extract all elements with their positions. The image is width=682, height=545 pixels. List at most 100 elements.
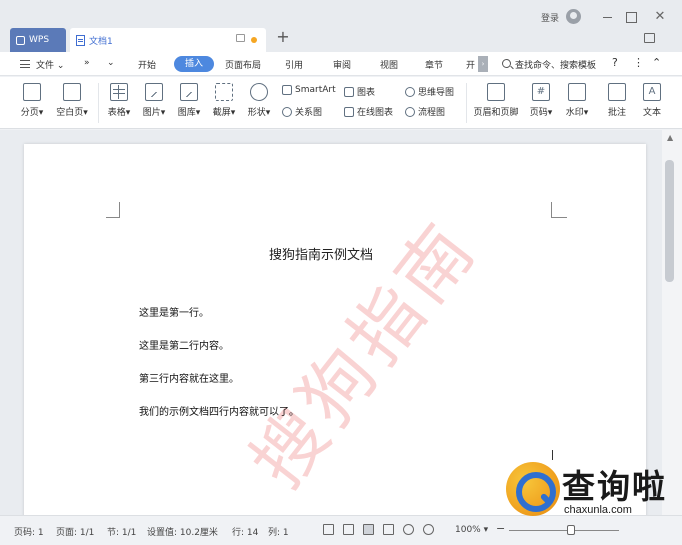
tab-truncated[interactable]: 开: [466, 58, 475, 71]
maximize-button[interactable]: [622, 8, 640, 26]
menu-icon[interactable]: [20, 60, 30, 68]
window-layout-icon[interactable]: [644, 33, 655, 43]
watermark-icon: [568, 83, 586, 101]
comment-label: 批注: [607, 108, 626, 118]
ribbon-separator: [466, 83, 467, 123]
watermark-button[interactable]: 水印▾: [562, 83, 592, 118]
tab-home[interactable]: 开始: [138, 58, 156, 71]
blank-page-icon: [63, 83, 81, 101]
document-line-1[interactable]: 这里是第一行。: [139, 304, 209, 319]
page-view-icon[interactable]: [363, 524, 374, 535]
eye-protection-icon[interactable]: [423, 524, 434, 535]
chart-label: 图表: [357, 88, 376, 98]
gallery-icon: [180, 83, 198, 101]
collapse-ribbon-icon[interactable]: ⌃: [652, 56, 661, 69]
mindmap-label: 思维导图: [418, 88, 455, 98]
status-page-number[interactable]: 页码: 1: [14, 525, 44, 538]
zoom-slider-knob[interactable]: [567, 525, 575, 535]
picture-button[interactable]: 图片▾: [139, 83, 169, 118]
tab-document[interactable]: 文档1: [70, 28, 266, 52]
smartart-label: SmartArt: [295, 85, 336, 95]
close-button[interactable]: ✕: [651, 8, 669, 26]
tab-chapter[interactable]: 章节: [425, 58, 443, 71]
relation-button[interactable]: 关系图: [282, 105, 322, 118]
smartart-button[interactable]: SmartArt: [282, 85, 336, 95]
status-column[interactable]: 列: 1: [268, 525, 289, 538]
flowchart-label: 流程图: [418, 108, 446, 118]
status-row[interactable]: 行: 14: [232, 525, 258, 538]
wps-logo-icon: [16, 35, 25, 45]
tab-review[interactable]: 审阅: [333, 58, 351, 71]
screenshot-button[interactable]: 截屏▾: [209, 83, 239, 118]
gallery-button[interactable]: 图库▾: [174, 83, 204, 118]
blank-page-button[interactable]: 空白页▾: [52, 83, 92, 118]
outline-view-icon[interactable]: [383, 524, 394, 535]
menu-bar: 文件 ⌄ » ⌄ 开始 插入 页面布局 引用 审阅 视图 章节 开 › 查找命令…: [0, 52, 682, 76]
relation-icon: [282, 106, 292, 117]
picture-label: 图片: [142, 108, 161, 118]
online-chart-icon: [344, 106, 354, 117]
monitor-icon[interactable]: [236, 34, 245, 42]
page-number-button[interactable]: 页码▾: [526, 83, 556, 118]
textbox-label: 文本: [642, 108, 661, 118]
reading-mode-icon[interactable]: [343, 524, 354, 535]
flowchart-button[interactable]: 流程图: [405, 105, 445, 118]
document-line-3[interactable]: 第三行内容就在这里。: [139, 370, 239, 385]
document-title[interactable]: 搜狗指南示例文档: [24, 244, 618, 263]
header-footer-button[interactable]: 页眉和页脚: [470, 83, 522, 118]
comment-icon: [608, 83, 626, 101]
zoom-level[interactable]: 100% ▾: [455, 525, 488, 535]
table-button[interactable]: 表格▾: [104, 83, 134, 118]
status-pages[interactable]: 页面: 1/1: [56, 525, 94, 538]
search-icon: [502, 59, 511, 68]
comment-button[interactable]: 批注: [602, 83, 632, 118]
scrollbar-thumb[interactable]: [665, 160, 674, 282]
chart-icon: [344, 86, 354, 97]
table-label: 表格: [107, 108, 126, 118]
chart-button[interactable]: 图表: [344, 85, 375, 98]
tab-page-layout[interactable]: 页面布局: [225, 58, 261, 71]
header-footer-icon: [487, 83, 505, 101]
unsaved-dot-icon: [251, 37, 257, 43]
relation-label: 关系图: [295, 108, 323, 118]
scroll-up-icon[interactable]: ▲: [667, 133, 673, 142]
login-link[interactable]: 登录: [541, 11, 559, 24]
textbox-button[interactable]: 文本: [640, 83, 664, 118]
file-menu-label: 文件: [36, 61, 55, 71]
quick-access-icon[interactable]: ⌄: [107, 58, 115, 68]
new-tab-button[interactable]: +: [274, 27, 292, 46]
fullscreen-icon[interactable]: [323, 524, 334, 535]
watermark-label: 水印: [565, 108, 584, 118]
minimize-button[interactable]: [599, 8, 617, 26]
document-line-2[interactable]: 这里是第二行内容。: [139, 337, 229, 352]
document-icon: [76, 34, 85, 46]
tab-view[interactable]: 视图: [380, 58, 398, 71]
zoom-out-button[interactable]: −: [496, 522, 505, 535]
more-options-icon[interactable]: ⋮: [633, 56, 644, 69]
title-bar: WPS 文档1 + 登录 ✕: [0, 0, 682, 52]
textbox-icon: [643, 83, 661, 101]
tab-insert[interactable]: 插入: [174, 56, 214, 72]
shape-label: 形状: [247, 108, 266, 118]
zoom-slider[interactable]: [509, 530, 619, 531]
file-menu[interactable]: 文件 ⌄: [36, 58, 64, 71]
tab-references[interactable]: 引用: [285, 58, 303, 71]
logo-mark-icon: [506, 462, 560, 516]
help-icon[interactable]: ?: [612, 56, 618, 69]
online-chart-button[interactable]: 在线图表: [344, 105, 393, 118]
page-break-button[interactable]: 分页▾: [14, 83, 50, 118]
flowchart-icon: [405, 106, 415, 117]
command-search-input[interactable]: 查找命令、搜索模板: [515, 58, 596, 71]
status-section[interactable]: 节: 1/1: [107, 525, 136, 538]
screenshot-icon: [215, 83, 233, 101]
web-view-icon[interactable]: [403, 524, 414, 535]
document-line-4[interactable]: 我们的示例文档四行内容就可以了。: [139, 403, 299, 418]
tab-scroll-right-icon[interactable]: ›: [478, 56, 488, 72]
tab-wps-home[interactable]: WPS: [10, 28, 66, 52]
avatar-icon[interactable]: [566, 9, 581, 24]
status-setting[interactable]: 设置值: 10.2厘米: [147, 525, 218, 538]
mindmap-button[interactable]: 思维导图: [405, 85, 454, 98]
more-arrows-icon[interactable]: »: [84, 58, 90, 68]
shape-button[interactable]: 形状▾: [244, 83, 274, 118]
page-break-label: 分页: [20, 108, 39, 118]
